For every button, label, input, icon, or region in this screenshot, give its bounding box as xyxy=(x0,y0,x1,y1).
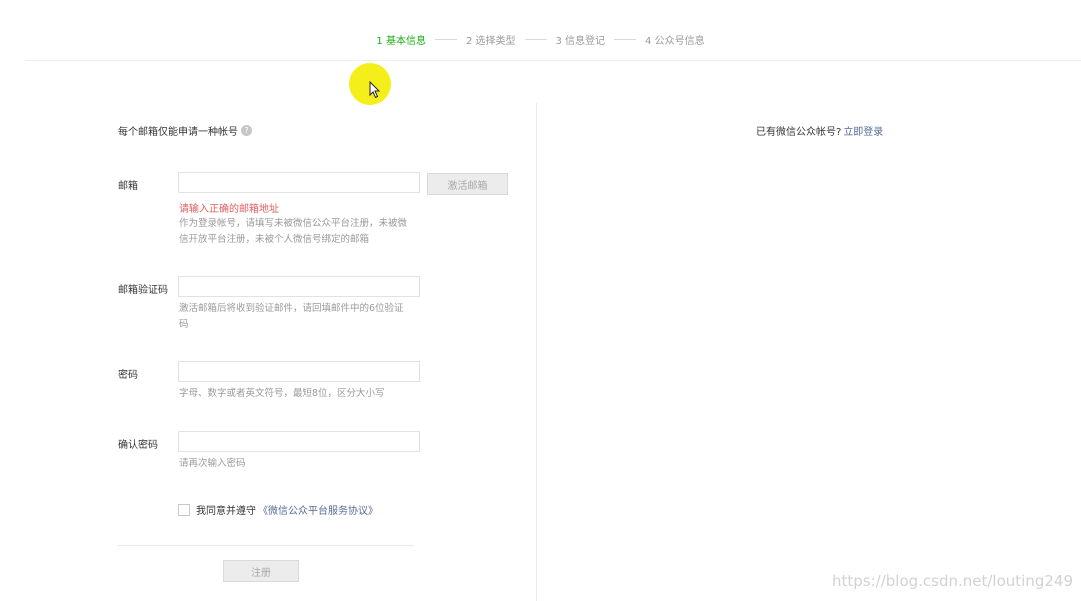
login-prompt-text: 已有微信公众帐号? xyxy=(756,127,842,138)
password-label: 密码 xyxy=(118,370,138,381)
email-hint: 作为登录帐号，请填写未被微信公众平台注册，未被微信开放平台注册，未被个人微信号绑… xyxy=(179,218,408,245)
mouse-pointer-icon xyxy=(369,81,381,99)
agreement-checkbox[interactable] xyxy=(178,503,190,516)
password-hint: 字母、数字或者英文符号，最短8位，区分大小写 xyxy=(179,388,385,399)
email-input[interactable] xyxy=(178,172,420,193)
verification-code-input[interactable] xyxy=(178,276,420,297)
email-label: 邮箱 xyxy=(118,181,138,192)
agreement-row: 我同意并遵守 《微信公众平台服务协议》 xyxy=(178,502,378,517)
form-divider xyxy=(118,545,414,546)
agreement-text: 我同意并遵守 xyxy=(196,506,256,517)
column-divider xyxy=(536,103,537,601)
header-divider xyxy=(25,60,1081,61)
login-now-link[interactable]: 立即登录 xyxy=(843,127,883,138)
step-separator xyxy=(524,38,547,40)
step-indicator: 1 基本信息 2 选择类型 3 信息登记 4 公众号信息 xyxy=(0,30,1081,48)
email-error-message: 请输入正确的邮箱地址 xyxy=(179,204,279,215)
help-icon[interactable]: ? xyxy=(241,125,252,136)
confirm-password-hint: 请再次输入密码 xyxy=(179,458,246,469)
confirm-password-label: 确认密码 xyxy=(118,440,158,451)
register-button[interactable]: 注册 xyxy=(223,560,299,582)
email-tip: 每个邮箱仅能申请一种帐号 ? xyxy=(118,123,252,138)
login-prompt: 已有微信公众帐号? 立即登录 xyxy=(756,123,883,138)
verification-code-hint: 激活邮箱后将收到验证邮件，请回填邮件中的6位验证码 xyxy=(179,303,404,330)
step-select-type: 2 选择类型 xyxy=(465,35,516,47)
step-separator xyxy=(434,38,457,40)
watermark: https://blog.csdn.net/louting249 xyxy=(831,572,1073,590)
step-info-registration: 3 信息登记 xyxy=(555,35,606,47)
step-account-info: 4 公众号信息 xyxy=(645,35,705,47)
step-basic-info: 1 基本信息 xyxy=(376,35,426,47)
password-input[interactable] xyxy=(178,361,420,382)
activate-email-button[interactable]: 激活邮箱 xyxy=(427,173,508,195)
service-agreement-link[interactable]: 《微信公众平台服务协议》 xyxy=(258,502,378,517)
verification-code-label: 邮箱验证码 xyxy=(118,285,168,296)
email-tip-text: 每个邮箱仅能申请一种帐号 xyxy=(118,127,238,138)
confirm-password-input[interactable] xyxy=(178,431,420,452)
step-separator xyxy=(614,38,637,40)
